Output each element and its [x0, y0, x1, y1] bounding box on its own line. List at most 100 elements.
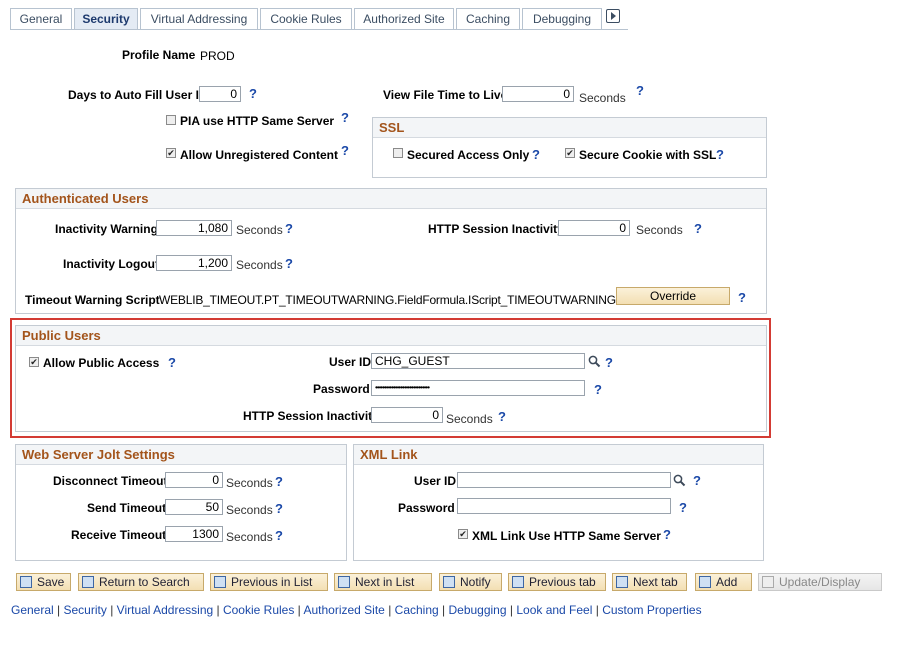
- xml-user-id-label: User ID: [414, 474, 457, 488]
- footer-link-look-and-feel[interactable]: Look and Feel: [516, 603, 592, 617]
- xml-user-id-input[interactable]: [457, 472, 671, 488]
- profile-name-label: Profile Name: [122, 48, 196, 62]
- public-user-id-label: User ID: [329, 355, 372, 369]
- update-display-button[interactable]: Update/Display: [758, 573, 882, 591]
- return-to-search-label: Return to Search: [99, 575, 190, 589]
- public-user-id-input[interactable]: CHG_GUEST: [371, 353, 585, 369]
- ssl-title: SSL: [373, 118, 766, 138]
- allow-unregistered-checkbox[interactable]: [166, 148, 176, 158]
- disconnect-timeout-help-icon[interactable]: ?: [275, 474, 283, 489]
- footer-link-authorized-site[interactable]: Authorized Site: [303, 603, 384, 617]
- xml-http-same-server-checkbox[interactable]: [458, 529, 468, 539]
- xml-link-title: XML Link: [354, 445, 763, 465]
- xml-http-same-server-help-icon[interactable]: ?: [663, 527, 671, 542]
- override-help-icon[interactable]: ?: [738, 290, 746, 305]
- inactivity-warning-units: Seconds: [236, 223, 283, 237]
- next-tab-button[interactable]: Next tab: [612, 573, 687, 591]
- footer-link-cookie-rules[interactable]: Cookie Rules: [223, 603, 294, 617]
- footer-link-security[interactable]: Security: [64, 603, 107, 617]
- send-timeout-input[interactable]: 50: [165, 499, 223, 515]
- inactivity-logout-units: Seconds: [236, 258, 283, 272]
- public-password-help-icon[interactable]: ?: [594, 382, 602, 397]
- secured-access-only-checkbox[interactable]: [393, 148, 403, 158]
- disconnect-timeout-label: Disconnect Timeout: [53, 474, 168, 488]
- public-http-session-inactivity-help-icon[interactable]: ?: [498, 409, 506, 424]
- xml-user-id-help-icon[interactable]: ?: [693, 473, 701, 488]
- pia-http-same-server-checkbox[interactable]: [166, 115, 176, 125]
- secure-cookie-checkbox[interactable]: [565, 148, 575, 158]
- public-http-session-inactivity-input[interactable]: 0: [371, 407, 443, 423]
- notify-label: Notify: [460, 575, 491, 589]
- auth-http-session-inactivity-help-icon[interactable]: ?: [694, 221, 702, 236]
- next-tab-icon: [616, 576, 628, 588]
- previous-tab-button[interactable]: Previous tab: [508, 573, 606, 591]
- secured-access-only-label: Secured Access Only: [407, 148, 530, 162]
- days-autofill-input[interactable]: 0: [199, 86, 241, 102]
- xml-password-input[interactable]: [457, 498, 671, 514]
- save-button[interactable]: Save: [16, 573, 71, 591]
- next-in-list-icon: [338, 576, 350, 588]
- secure-cookie-help-icon[interactable]: ?: [716, 147, 724, 162]
- send-timeout-label: Send Timeout: [87, 501, 167, 515]
- footer-link-debugging[interactable]: Debugging: [448, 603, 506, 617]
- view-file-ttl-input[interactable]: 0: [502, 86, 574, 102]
- footer-link-general[interactable]: General: [11, 603, 54, 617]
- xml-user-id-lookup-icon[interactable]: [673, 474, 686, 487]
- footer-link-caching[interactable]: Caching: [395, 603, 439, 617]
- days-autofill-help-icon[interactable]: ?: [249, 86, 257, 101]
- public-password-label: Password: [313, 382, 370, 396]
- tab-caching[interactable]: Caching: [456, 8, 520, 30]
- disconnect-timeout-input[interactable]: 0: [165, 472, 223, 488]
- override-button[interactable]: Override: [616, 287, 730, 305]
- public-password-input[interactable]: ••••••••••••••••••••••••••••••: [371, 380, 585, 396]
- footer-links: General | Security | Virtual Addressing …: [11, 603, 702, 617]
- return-to-search-icon: [82, 576, 94, 588]
- receive-timeout-help-icon[interactable]: ?: [275, 528, 283, 543]
- previous-in-list-button[interactable]: Previous in List: [210, 573, 328, 591]
- add-label: Add: [716, 575, 738, 589]
- tab-authorized-site[interactable]: Authorized Site: [354, 8, 454, 30]
- save-label: Save: [37, 575, 65, 589]
- notify-button[interactable]: Notify: [439, 573, 502, 591]
- tab-cookie-rules[interactable]: Cookie Rules: [260, 8, 352, 30]
- receive-timeout-input[interactable]: 1300: [165, 526, 223, 542]
- next-in-list-button[interactable]: Next in List: [334, 573, 432, 591]
- view-file-ttl-help-icon[interactable]: ?: [636, 83, 644, 98]
- auth-http-session-inactivity-input[interactable]: 0: [558, 220, 630, 236]
- inactivity-warning-input[interactable]: 1,080: [156, 220, 232, 236]
- tab-debugging[interactable]: Debugging: [522, 8, 602, 30]
- footer-link-custom-properties[interactable]: Custom Properties: [602, 603, 701, 617]
- inactivity-warning-help-icon[interactable]: ?: [285, 221, 293, 236]
- allow-unregistered-help-icon[interactable]: ?: [341, 143, 349, 158]
- previous-in-list-icon: [214, 576, 226, 588]
- previous-in-list-label: Previous in List: [231, 575, 313, 589]
- pia-http-same-server-help-icon[interactable]: ?: [341, 110, 349, 125]
- inactivity-logout-help-icon[interactable]: ?: [285, 256, 293, 271]
- xml-password-help-icon[interactable]: ?: [679, 500, 687, 515]
- profile-name-value: PROD: [200, 49, 235, 63]
- tab-security[interactable]: Security: [74, 8, 138, 30]
- previous-tab-label: Previous tab: [529, 575, 596, 589]
- disconnect-timeout-units: Seconds: [226, 476, 273, 490]
- footer-link-virtual-addressing[interactable]: Virtual Addressing: [117, 603, 214, 617]
- return-to-search-button[interactable]: Return to Search: [78, 573, 204, 591]
- allow-public-access-help-icon[interactable]: ?: [168, 355, 176, 370]
- public-user-id-lookup-icon[interactable]: [588, 355, 601, 368]
- next-in-list-label: Next in List: [355, 575, 415, 589]
- days-autofill-label: Days to Auto Fill User ID: [68, 88, 208, 102]
- tab-baseline: [10, 29, 628, 30]
- auth-http-session-inactivity-label: HTTP Session Inactivity: [428, 222, 564, 236]
- view-file-ttl-label: View File Time to Live: [383, 88, 508, 102]
- allow-unregistered-label: Allow Unregistered Content: [180, 148, 339, 162]
- inactivity-logout-label: Inactivity Logout: [63, 257, 159, 271]
- allow-public-access-checkbox[interactable]: [29, 357, 39, 367]
- send-timeout-help-icon[interactable]: ?: [275, 501, 283, 516]
- notify-icon: [443, 576, 455, 588]
- secured-access-only-help-icon[interactable]: ?: [532, 147, 540, 162]
- tab-virtual-addressing[interactable]: Virtual Addressing: [140, 8, 258, 30]
- add-button[interactable]: Add: [695, 573, 752, 591]
- inactivity-logout-input[interactable]: 1,200: [156, 255, 232, 271]
- tab-scroll-right-icon[interactable]: [606, 9, 620, 23]
- public-user-id-help-icon[interactable]: ?: [605, 355, 613, 370]
- tab-general[interactable]: General: [10, 8, 72, 30]
